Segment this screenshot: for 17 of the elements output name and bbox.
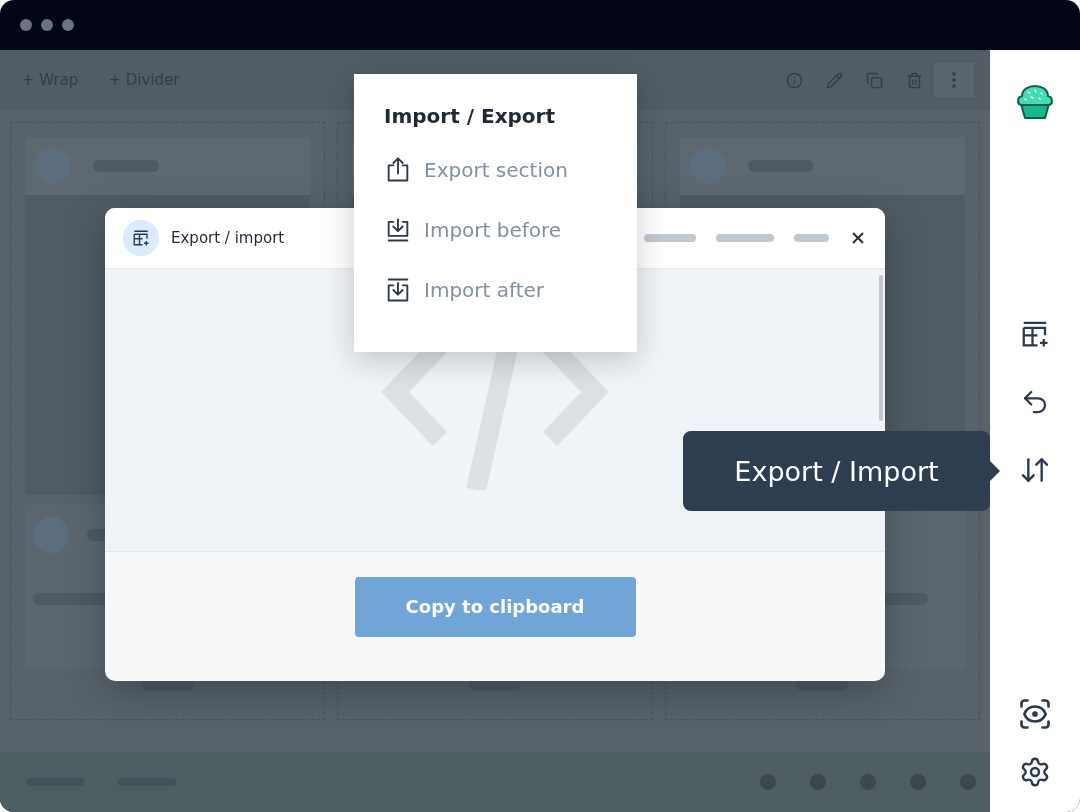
scrollbar[interactable]: [879, 275, 883, 421]
tooltip: Export / Import: [683, 431, 990, 511]
menu-item[interactable]: Import after: [384, 260, 637, 320]
menu-title: Import / Export: [384, 104, 557, 128]
window-control[interactable]: [41, 19, 53, 31]
copy-button[interactable]: Copy to clipboard: [354, 576, 636, 637]
window-control[interactable]: [20, 19, 32, 31]
layout-add-icon: [132, 229, 150, 247]
dialog-title: Export / import: [171, 229, 285, 247]
layout-add-icon[interactable]: [1020, 319, 1050, 349]
tooltip-arrow: [990, 461, 1000, 481]
more-icon: [952, 72, 956, 88]
window-control[interactable]: [62, 19, 74, 31]
menu-item[interactable]: Export section: [384, 140, 637, 200]
preview-icon[interactable]: [1017, 696, 1053, 732]
menu-item[interactable]: Import before: [384, 200, 637, 260]
settings-icon[interactable]: [1019, 756, 1051, 788]
